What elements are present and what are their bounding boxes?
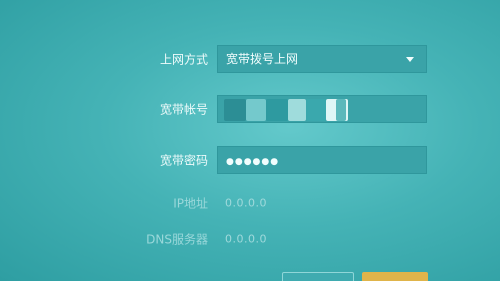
password-mask: ●●●●●● <box>226 157 280 167</box>
pixelated-account-block <box>306 99 326 121</box>
dns-label: DNS服务器 <box>146 232 208 247</box>
connection-type-value: 宽带拨号上网 <box>226 52 299 66</box>
password-input[interactable]: ●●●●●● <box>217 146 427 174</box>
next-button[interactable] <box>362 272 428 281</box>
pixelated-account-block <box>224 99 246 121</box>
ip-label: IP地址 <box>173 196 208 211</box>
connection-type-label: 上网方式 <box>159 52 208 67</box>
account-label: 宽带帐号 <box>159 102 208 117</box>
connection-type-select[interactable]: 宽带拨号上网 <box>217 45 427 73</box>
pixelated-account-block <box>246 99 266 121</box>
chevron-down-icon[interactable] <box>406 57 414 62</box>
password-label: 宽带密码 <box>159 153 208 168</box>
account-input[interactable] <box>217 95 427 123</box>
ip-value: 0.0.0.0 <box>225 196 267 210</box>
pixelated-account-block <box>266 99 288 121</box>
dns-value: 0.0.0.0 <box>225 232 267 246</box>
connection-type-row: 上网方式 宽带拨号上网 <box>0 44 500 74</box>
account-row: 宽带帐号 <box>0 94 500 124</box>
pixelated-account-block <box>288 99 306 121</box>
dns-row: DNS服务器 0.0.0.0 <box>0 224 500 254</box>
back-button[interactable] <box>282 272 354 281</box>
password-row: 宽带密码 ●●●●●● <box>0 145 500 175</box>
ip-row: IP地址 0.0.0.0 <box>0 188 500 218</box>
pixelated-account-block <box>336 99 346 121</box>
